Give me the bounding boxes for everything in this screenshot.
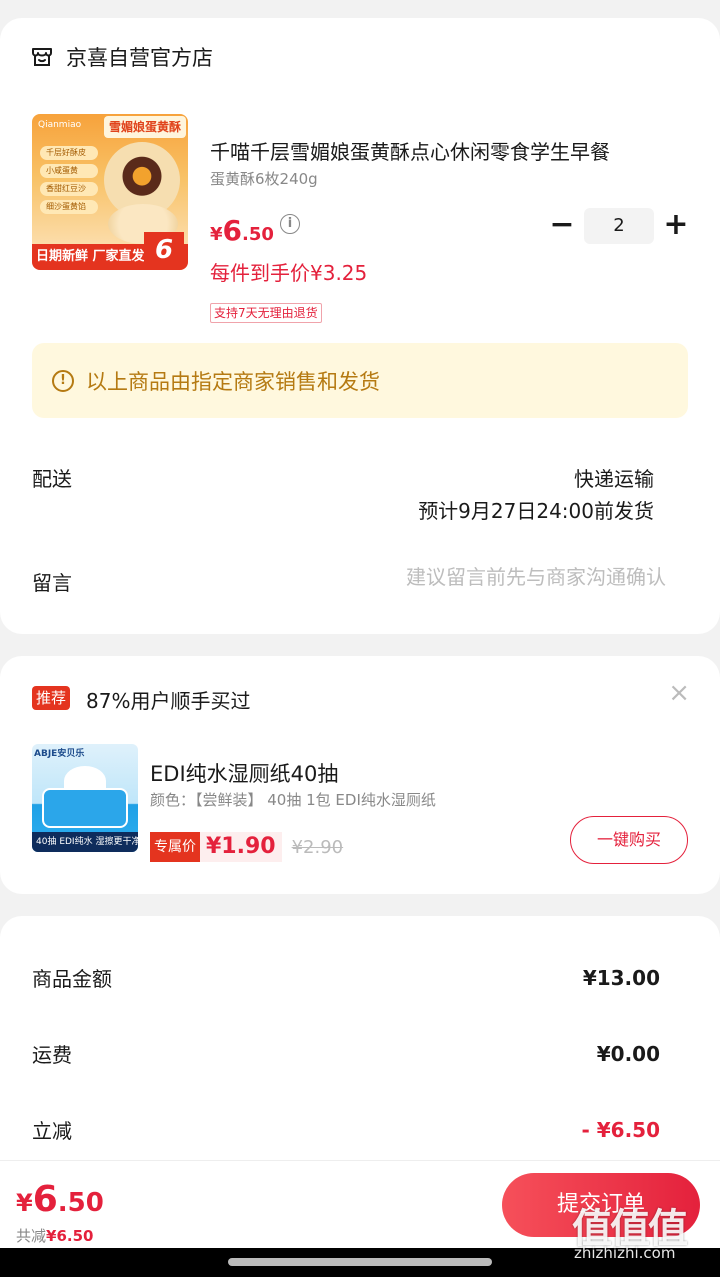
product-image-brand: Qianmiao [38, 120, 82, 130]
goods-amount-value: ¥13.00 [582, 966, 660, 990]
message-input[interactable] [336, 565, 666, 589]
product-image[interactable]: Qianmiao 雪媚娘蛋黄酥 千层好酥皮 小咸蛋黄 香甜红豆沙 细沙蛋黄馅 日… [32, 114, 188, 270]
goods-amount-label: 商品金额 [32, 967, 112, 991]
total-currency: ¥ [16, 1189, 33, 1217]
delivery-label: 配送 [32, 467, 72, 491]
recommend-item-name[interactable]: EDI纯水湿厕纸40抽 [150, 758, 338, 788]
product-image-tag: 香甜红豆沙 [40, 182, 98, 196]
watermark: 值值值 zhizhizhi.com [570, 1196, 710, 1276]
order-total: ¥6.50 [16, 1179, 104, 1220]
product-title[interactable]: 千喵千层雪媚娘蛋黄酥点心休闲零食学生早餐 [210, 136, 680, 165]
shipping-label: 运费 [32, 1043, 72, 1067]
price-integer: 6 [222, 214, 243, 247]
notice-text: 以上商品由指定商家销售和发货 [86, 369, 380, 394]
return-policy-badge: 支持7天无理由退货 [210, 303, 322, 323]
discount-value: - ¥6.50 [581, 1118, 660, 1142]
recommendation-card: 推荐 87%用户顺手买过 × ABJE安贝乐 40抽 EDI纯水 湿擦更干净 E… [0, 656, 720, 894]
recommend-item-spec: 颜色：【尝鲜装】 40抽 1包 EDI纯水湿厕纸 [150, 791, 436, 809]
product-image-tag: 千层好酥皮 [40, 146, 98, 160]
recommend-price: ¥1.90 [200, 832, 282, 862]
product-image-count: 6 [144, 232, 184, 268]
price-decimal: .50 [242, 224, 274, 245]
exclusive-price-label: 专属价 [150, 832, 200, 862]
total-decimal: .50 [57, 1188, 104, 1218]
shop-card: 京喜自营官方店 Qianmiao 雪媚娘蛋黄酥 千层好酥皮 小咸蛋黄 香甜红豆沙… [0, 18, 720, 634]
store-icon [32, 48, 52, 66]
quantity-value[interactable]: 2 [584, 208, 654, 244]
recommend-price-row: 专属价 ¥1.90 ¥2.90 [150, 832, 343, 862]
alert-icon: ! [52, 369, 74, 392]
message-label: 留言 [32, 571, 72, 595]
quantity-stepper: − 2 + [548, 208, 690, 244]
saved-label: 共减 [16, 1227, 47, 1245]
recommend-badge: 推荐 [32, 686, 71, 710]
product-image-tag: 小咸蛋黄 [40, 164, 98, 178]
recommend-original-price: ¥2.90 [291, 836, 344, 858]
product-image-tag: 细沙蛋黄馅 [40, 200, 98, 214]
product-price: ¥6.50 [210, 214, 274, 247]
recommend-image-bar: 40抽 EDI纯水 湿擦更干净 [32, 832, 138, 852]
total-saved: 共减¥6.50 [16, 1225, 93, 1246]
close-icon[interactable]: × [668, 680, 690, 706]
delivery-eta: 预计9月27日24:00前发货 [418, 499, 654, 523]
store-name[interactable]: 京喜自营官方店 [66, 42, 213, 72]
watermark-url: zhizhizhi.com [574, 1244, 676, 1262]
price-currency: ¥ [210, 224, 223, 245]
total-integer: 6 [32, 1179, 58, 1220]
discount-label: 立减 [32, 1119, 72, 1143]
product-image-banner: 雪媚娘蛋黄酥 [104, 116, 186, 138]
recommend-item-image[interactable]: ABJE安贝乐 40抽 EDI纯水 湿擦更干净 [32, 744, 138, 852]
recommend-headline: 87%用户顺手买过 [86, 689, 251, 713]
plus-icon[interactable]: + [662, 208, 690, 244]
home-indicator[interactable] [228, 1258, 492, 1266]
seller-notice: ! 以上商品由指定商家销售和发货 [32, 343, 688, 418]
one-click-buy-button[interactable]: 一键购买 [570, 816, 688, 864]
minus-icon[interactable]: − [548, 208, 576, 244]
product-spec[interactable]: 蛋黄酥6枚240g [210, 168, 318, 189]
shipping-value: ¥0.00 [596, 1042, 660, 1066]
delivery-method[interactable]: 快递运输 [574, 463, 654, 492]
unit-price: 每件到手价¥3.25 [210, 261, 368, 285]
saved-amount: ¥6.50 [46, 1227, 94, 1245]
info-icon[interactable]: i [280, 214, 300, 234]
store-header[interactable]: 京喜自营官方店 [30, 42, 213, 72]
wipes-pack-illustration [42, 788, 128, 828]
recommend-image-brand: ABJE安贝乐 [34, 749, 85, 759]
